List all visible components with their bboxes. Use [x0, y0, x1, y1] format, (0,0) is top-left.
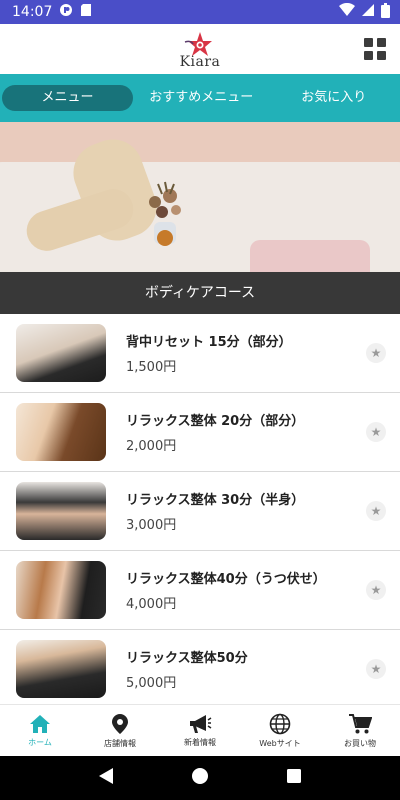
item-thumbnail — [16, 324, 106, 382]
nav-label: お買い物 — [344, 738, 376, 748]
nav-label: Webサイト — [259, 738, 301, 748]
tab-bar: メニュー おすすめメニュー お気に入り — [0, 74, 400, 122]
signal-icon — [361, 3, 375, 21]
home-circle-icon[interactable] — [191, 767, 209, 789]
item-price: 3,000円 — [126, 518, 177, 533]
tab-recommended[interactable]: おすすめメニュー — [135, 85, 268, 111]
list-item[interactable]: 背中リセット 15分（部分） 1,500円 ★ — [0, 314, 400, 393]
item-thumbnail — [16, 482, 106, 540]
item-name: リラックス整体 20分（部分） — [126, 414, 305, 429]
item-thumbnail — [16, 403, 106, 461]
nav-label: ホーム — [28, 737, 52, 747]
nav-home[interactable]: ホーム — [0, 705, 80, 756]
nav-shopping[interactable]: お買い物 — [320, 705, 400, 756]
grid-menu-icon[interactable] — [364, 38, 386, 60]
status-time: 14:07 — [12, 4, 53, 20]
list-item[interactable]: リラックス整体 30分（半身） 3,000円 ★ — [0, 472, 400, 551]
favorite-star-icon[interactable]: ★ — [366, 580, 386, 600]
android-nav-bar — [0, 756, 400, 800]
favorite-star-icon[interactable]: ★ — [366, 422, 386, 442]
app-notification-icon — [59, 3, 73, 21]
favorite-star-icon[interactable]: ★ — [366, 501, 386, 521]
item-thumbnail — [16, 561, 106, 619]
map-pin-icon — [112, 713, 128, 734]
tab-menu[interactable]: メニュー — [2, 85, 133, 111]
item-name: 背中リセット 15分（部分） — [126, 335, 292, 350]
item-name: リラックス整体 30分（半身） — [126, 493, 305, 508]
bottom-nav: ホーム 店舗情報 新着情報 Webサイト お買い物 — [0, 704, 400, 756]
list-item[interactable]: リラックス整体 20分（部分） 2,000円 ★ — [0, 393, 400, 472]
item-price: 4,000円 — [126, 597, 177, 612]
item-thumbnail — [16, 640, 106, 698]
battery-icon — [381, 2, 390, 22]
list-item[interactable]: リラックス整体50分 5,000円 ★ — [0, 630, 400, 704]
nav-news[interactable]: 新着情報 — [160, 705, 240, 756]
item-name: リラックス整体50分 — [126, 651, 248, 666]
nav-label: 新着情報 — [184, 737, 216, 747]
nav-store-info[interactable]: 店舗情報 — [80, 705, 160, 756]
app-header: Kiara — [0, 24, 400, 74]
kiara-logo: Kiara — [180, 30, 221, 70]
tab-favorites[interactable]: お気に入り — [268, 85, 400, 111]
item-name: リラックス整体40分（うつ伏せ） — [126, 572, 326, 587]
back-icon[interactable] — [98, 767, 114, 789]
recents-icon[interactable] — [286, 768, 302, 788]
nav-label: 店舗情報 — [104, 738, 136, 748]
item-price: 2,000円 — [126, 439, 177, 454]
globe-icon — [269, 713, 291, 734]
wifi-icon — [339, 2, 355, 21]
favorite-star-icon[interactable]: ★ — [366, 343, 386, 363]
item-price: 5,000円 — [126, 676, 177, 691]
cart-icon — [349, 713, 372, 733]
menu-list: 背中リセット 15分（部分） 1,500円 ★ リラックス整体 20分（部分） … — [0, 314, 400, 704]
sd-card-icon — [80, 3, 92, 21]
megaphone-icon — [190, 714, 212, 733]
logo-text: Kiara — [179, 54, 221, 70]
list-item[interactable]: リラックス整体40分（うつ伏せ） 4,000円 ★ — [0, 551, 400, 630]
hero-image — [0, 122, 400, 272]
nav-website[interactable]: Webサイト — [240, 705, 320, 756]
item-price: 1,500円 — [126, 360, 177, 375]
status-bar: 14:07 — [0, 0, 400, 24]
favorite-star-icon[interactable]: ★ — [366, 659, 386, 679]
section-title: ボディケアコース — [0, 272, 400, 314]
home-icon — [30, 714, 50, 733]
